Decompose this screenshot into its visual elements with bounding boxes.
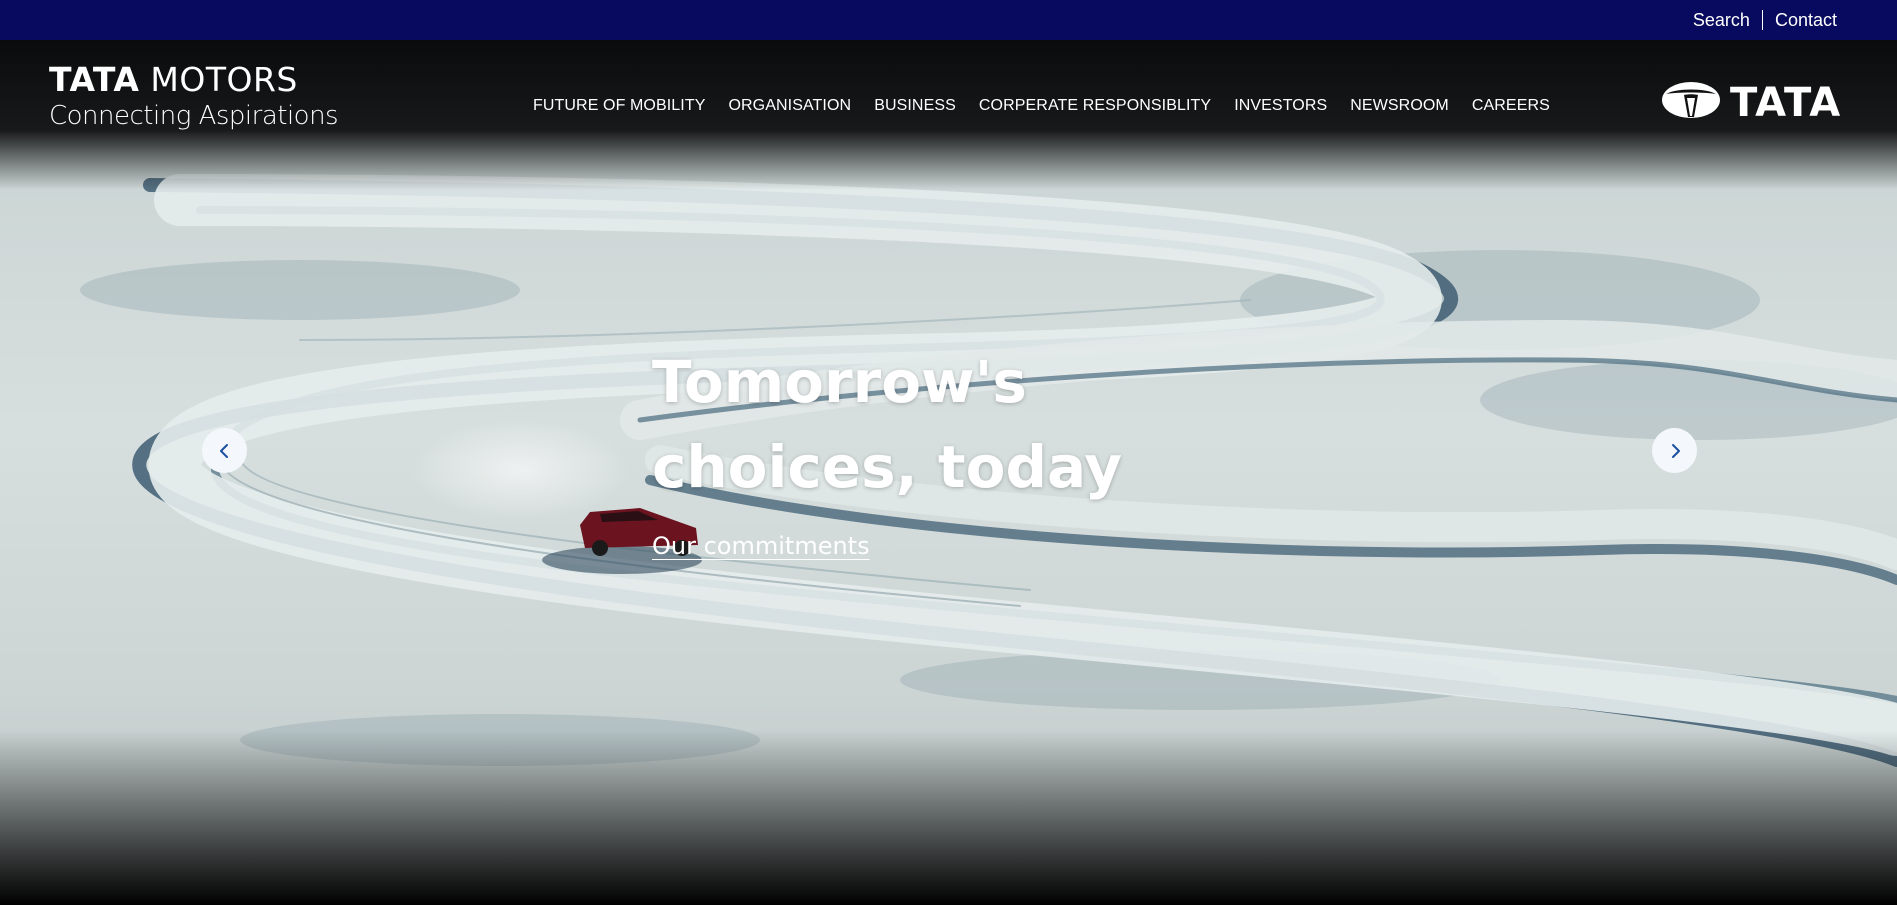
tata-wordmark: TATA [1730, 79, 1842, 126]
search-link[interactable]: Search [1693, 10, 1750, 30]
chevron-right-icon [1671, 443, 1680, 458]
hero-copy: Tomorrow's choices, today Our commitment… [652, 340, 1292, 560]
brand-name-light: MOTORS [150, 60, 298, 99]
nav-item-business[interactable]: BUSINESS [874, 97, 956, 115]
nav-item-careers[interactable]: CAREERS [1472, 97, 1550, 115]
brand-name: TATA MOTORS [49, 62, 338, 98]
chevron-left-icon [219, 443, 228, 458]
site-header: TATA MOTORS Connecting Aspirations FUTUR… [0, 40, 1897, 180]
contact-link[interactable]: Contact [1775, 10, 1837, 30]
main-nav: FUTURE OF MOBILITY ORGANISATION BUSINESS… [533, 97, 1573, 115]
brand-name-bold: TATA [49, 60, 140, 99]
carousel-next-button[interactable] [1652, 428, 1697, 473]
utility-divider [1761, 10, 1763, 30]
nav-item-investors[interactable]: INVESTORS [1234, 97, 1327, 115]
nav-item-organisation[interactable]: ORGANISATION [728, 97, 851, 115]
tata-motors-logo[interactable]: TATA MOTORS Connecting Aspirations [49, 62, 339, 132]
our-commitments-link[interactable]: Our commitments [652, 532, 870, 560]
utility-bar: Search Contact [0, 0, 1897, 40]
carousel-prev-button[interactable] [202, 428, 247, 473]
tata-emblem-icon [1660, 80, 1722, 125]
nav-item-corporate-responsibility[interactable]: CORPERATE RESPONSIBLITY [979, 97, 1211, 115]
tata-group-logo[interactable]: TATA [1660, 80, 1841, 125]
nav-item-future-of-mobility[interactable]: FUTURE OF MOBILITY [533, 97, 705, 115]
brand-tagline: Connecting Aspirations [49, 101, 339, 131]
nav-item-newsroom[interactable]: NEWSROOM [1350, 97, 1449, 115]
hero-title: Tomorrow's choices, today [652, 348, 1123, 501]
